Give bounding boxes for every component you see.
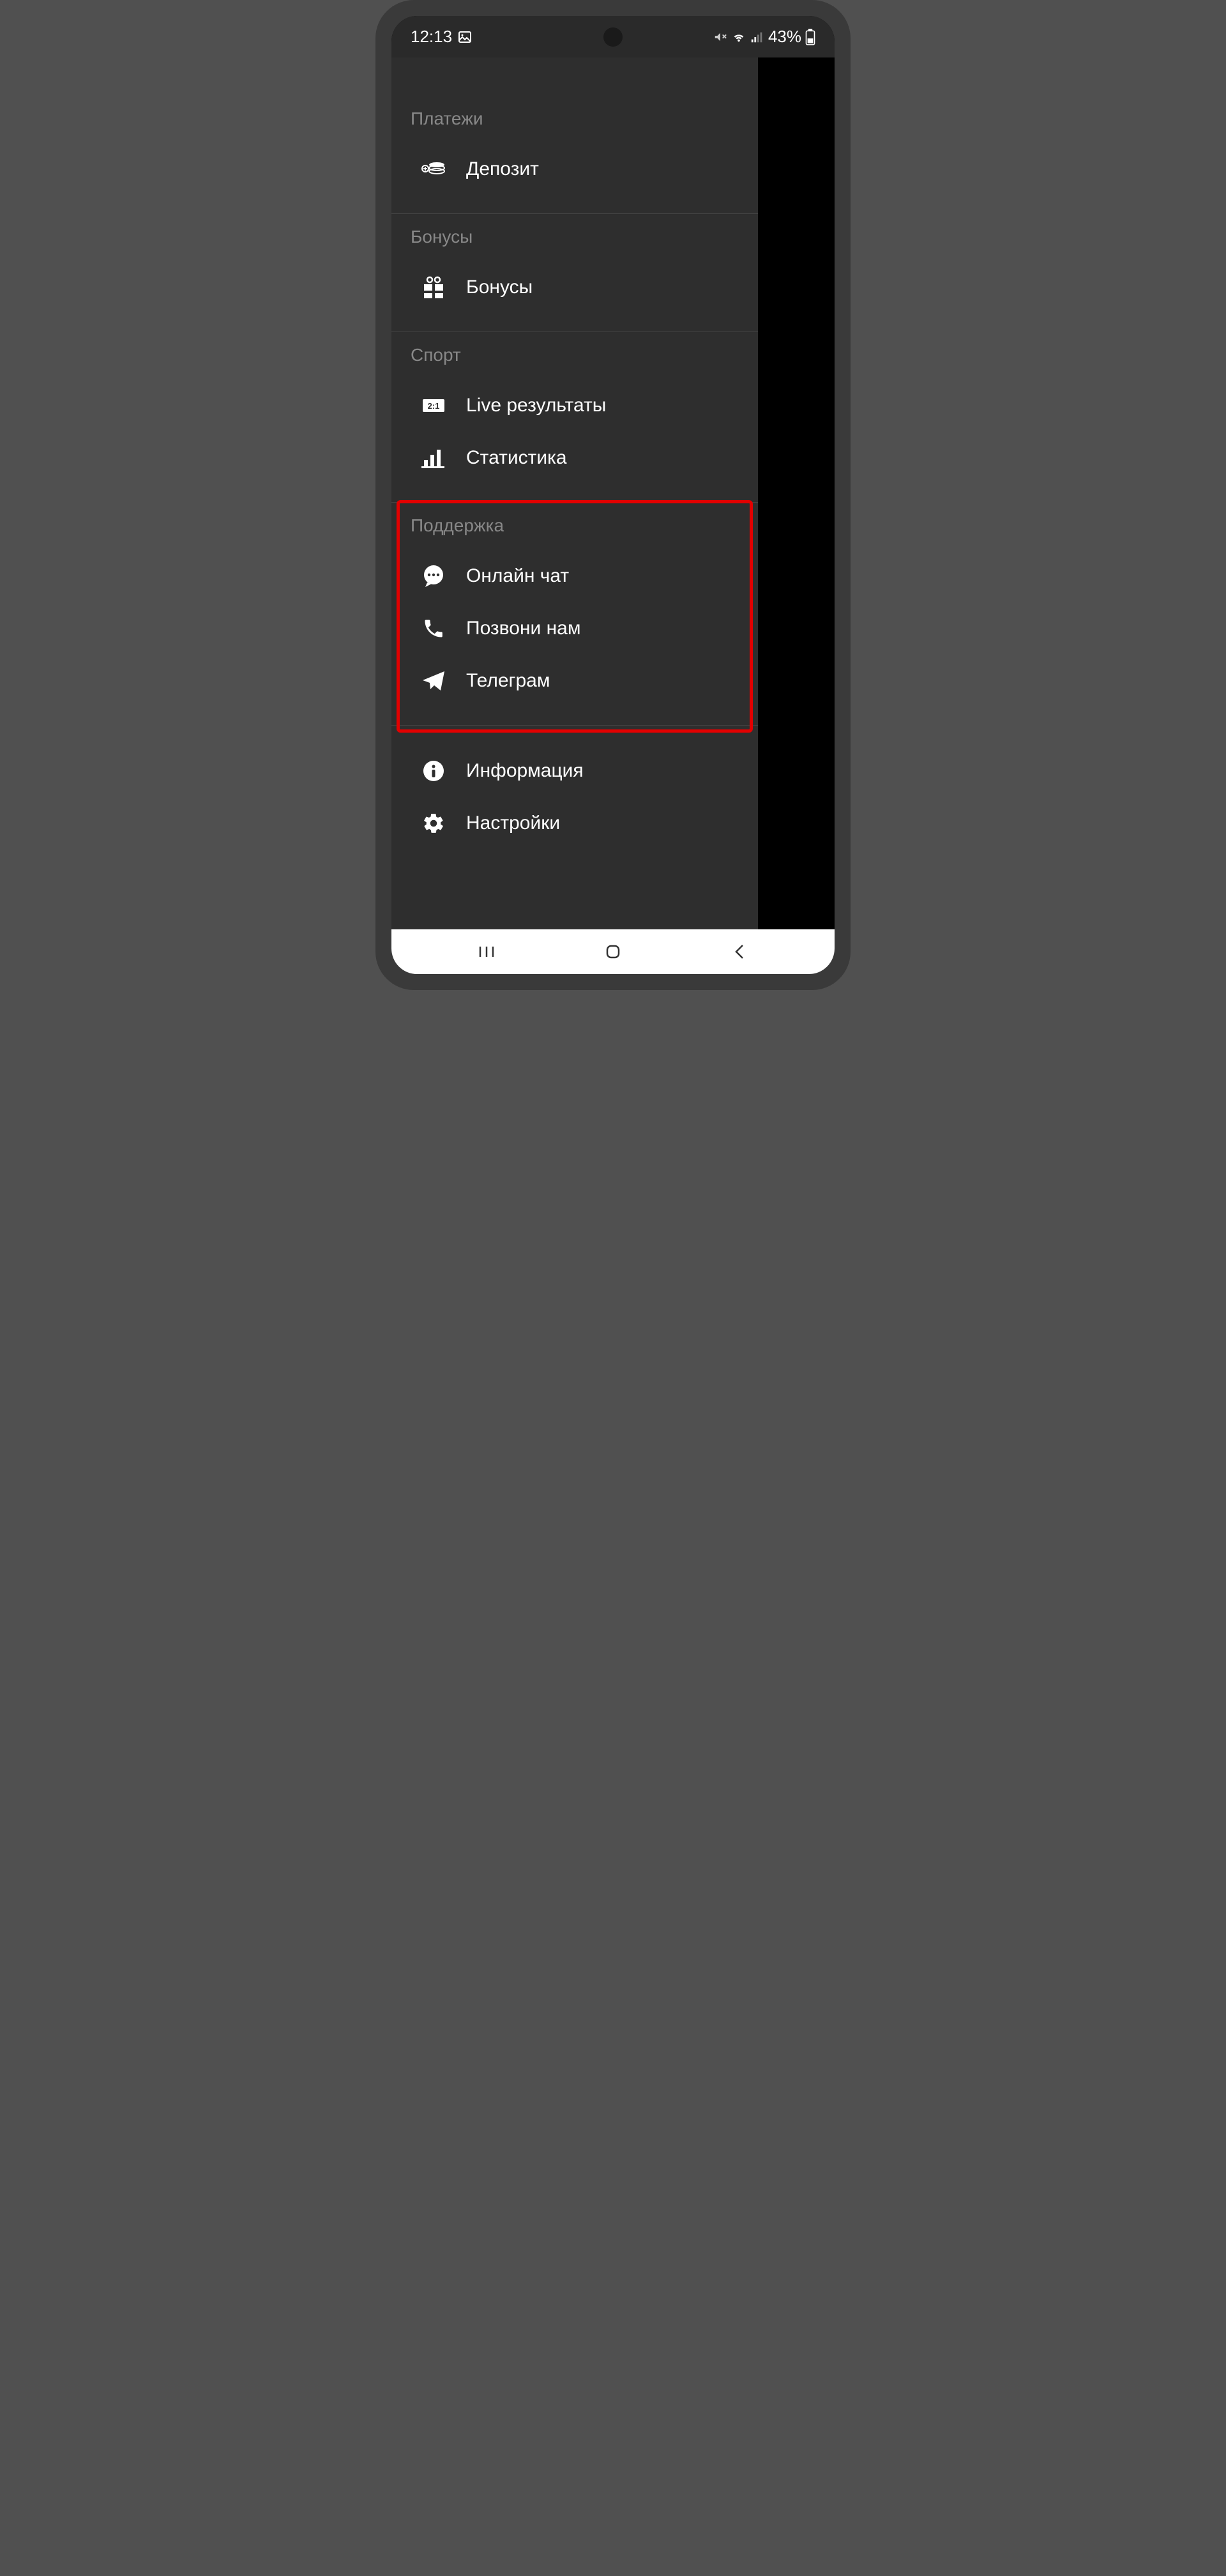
- menu-label: Онлайн чат: [466, 565, 569, 587]
- section-header-payments: Платежи: [391, 96, 758, 143]
- menu-label: Live результаты: [466, 395, 606, 416]
- battery-icon: [805, 29, 815, 45]
- menu-panel[interactable]: Платежи Депозит Бонусы: [391, 57, 758, 929]
- background-edge: [758, 57, 835, 929]
- nav-recents-button[interactable]: [474, 939, 499, 964]
- menu-label: Позвони нам: [466, 618, 581, 639]
- menu-item-bonuses[interactable]: Бонусы: [391, 261, 758, 314]
- mute-icon: [713, 30, 727, 44]
- svg-text:2:1: 2:1: [428, 401, 440, 411]
- gift-icon: [420, 274, 447, 301]
- bar-chart-icon: [420, 445, 447, 471]
- wifi-icon: [731, 30, 746, 44]
- image-icon: [457, 29, 473, 45]
- menu-label: Депозит: [466, 158, 539, 180]
- menu-label: Информация: [466, 760, 584, 782]
- coins-icon: [420, 156, 447, 183]
- section-header-support: Поддержка: [391, 503, 758, 550]
- phone-frame: 12:13 43%: [375, 0, 851, 990]
- section-header-bonuses: Бонусы: [391, 214, 758, 261]
- menu-label: Статистика: [466, 447, 567, 469]
- scoreboard-icon: 2:1: [420, 392, 447, 419]
- section-other: Информация Настройки: [391, 726, 758, 867]
- signal-icon: [750, 30, 764, 44]
- menu-item-settings[interactable]: Настройки: [391, 797, 758, 850]
- menu-label: Бонусы: [466, 277, 533, 298]
- menu-label: Настройки: [466, 812, 560, 834]
- chat-icon: [420, 563, 447, 590]
- nav-back-button[interactable]: [727, 939, 752, 964]
- phone-icon: [420, 615, 447, 642]
- section-bonuses: Бонусы Бонусы: [391, 214, 758, 332]
- android-nav-bar: [391, 929, 835, 974]
- menu-item-information[interactable]: Информация: [391, 745, 758, 797]
- telegram-icon: [420, 667, 447, 694]
- section-support: Поддержка Онлайн чат Позвони нам: [391, 503, 758, 726]
- menu-item-statistics[interactable]: Статистика: [391, 432, 758, 484]
- content-area: Платежи Депозит Бонусы: [391, 57, 835, 929]
- camera-notch: [603, 27, 623, 47]
- info-icon: [420, 758, 447, 784]
- section-sport: Спорт 2:1 Live результаты Статистика: [391, 332, 758, 503]
- menu-item-online-chat[interactable]: Онлайн чат: [391, 550, 758, 602]
- menu-label: Телеграм: [466, 670, 550, 692]
- status-time: 12:13: [411, 27, 452, 47]
- section-payments: Платежи Депозит: [391, 96, 758, 214]
- menu-item-telegram[interactable]: Телеграм: [391, 655, 758, 707]
- menu-item-deposit[interactable]: Депозит: [391, 143, 758, 195]
- menu-item-call-us[interactable]: Позвони нам: [391, 602, 758, 655]
- status-battery-pct: 43%: [768, 27, 801, 47]
- menu-item-live-results[interactable]: 2:1 Live результаты: [391, 379, 758, 432]
- nav-home-button[interactable]: [600, 939, 626, 964]
- section-header-sport: Спорт: [391, 332, 758, 379]
- gear-icon: [420, 810, 447, 837]
- phone-screen: 12:13 43%: [391, 16, 835, 974]
